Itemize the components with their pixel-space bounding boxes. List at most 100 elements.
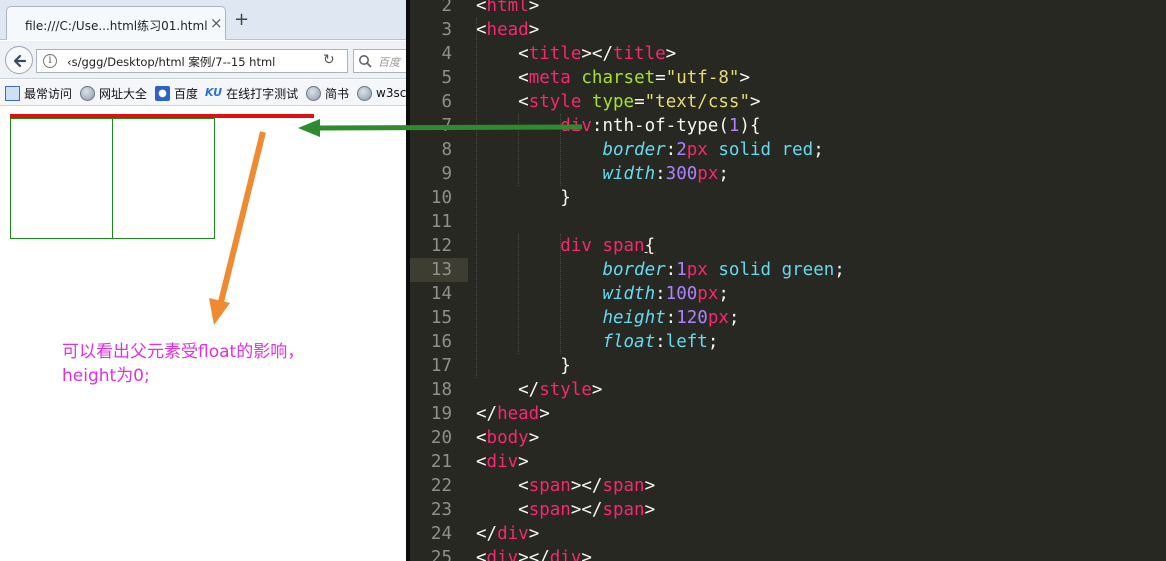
code-text[interactable]: <span></span> [476, 474, 655, 498]
bookmark-label: 最常访问 [24, 86, 73, 101]
code-editor[interactable]: 2 <html> 3 <head> 4 <title></title> 5 <meta c… [410, 0, 1166, 561]
line-number: 11 [430, 212, 452, 232]
code-line[interactable]: 15 height:120px; [410, 306, 1166, 330]
code-text[interactable]: border:1px solid green; [476, 258, 844, 282]
code-token: solid [718, 260, 772, 280]
line-number: 19 [430, 404, 452, 424]
code-line[interactable]: 10 } [410, 186, 1166, 210]
code-line[interactable]: 18 </style> [410, 378, 1166, 402]
bookmark-site-directory[interactable]: 网址大全 [80, 85, 147, 101]
code-token: width [602, 284, 656, 304]
code-text[interactable]: <title></title> [476, 42, 676, 66]
bookmark-typing-test[interactable]: KU 在线打字测试 [205, 85, 298, 101]
code-text[interactable]: </div> [476, 522, 539, 546]
floated-span-2 [112, 118, 215, 239]
code-text[interactable]: } [476, 354, 571, 378]
code-line[interactable]: 5 <meta charset="utf-8"> [410, 66, 1166, 90]
code-line[interactable]: 2 <html> [410, 0, 1166, 18]
code-line[interactable]: 19 </head> [410, 402, 1166, 426]
bookmark-most-visited[interactable]: 最常访问 [5, 85, 72, 101]
code-token: float [602, 332, 656, 352]
code-token: > [739, 68, 751, 88]
line-number: 3 [441, 20, 452, 40]
code-token: > [539, 404, 550, 424]
code-token: charset [581, 68, 656, 88]
code-line[interactable]: 16 float:left; [410, 330, 1166, 354]
bookmarks-bar: 最常访问 网址大全 ● 百度 KU 在线打字测试 简书 w3sch [0, 80, 406, 106]
code-text[interactable]: } [476, 186, 571, 210]
code-text[interactable]: float:left; [476, 330, 718, 354]
code-text[interactable]: width:300px; [476, 162, 729, 186]
code-token: < [476, 20, 487, 40]
code-line[interactable]: 3 <head> [410, 18, 1166, 42]
close-icon[interactable]: × [210, 14, 223, 32]
line-number: 23 [430, 500, 452, 520]
code-line[interactable]: 13 border:1px solid green; [410, 258, 1166, 282]
code-line[interactable]: 14 width:100px; [410, 282, 1166, 306]
code-line[interactable]: 17 } [410, 354, 1166, 378]
address-bar[interactable]: i ‹s/ggg/Desktop/html 案例/7--15 html ↻ [36, 49, 348, 73]
code-line[interactable]: 7 div:nth-of-type(1){ [410, 114, 1166, 138]
line-number: 6 [441, 92, 452, 112]
code-text[interactable]: <html> [476, 0, 539, 18]
code-text[interactable]: <style type="text/css"> [476, 90, 760, 114]
url-text[interactable]: ‹s/ggg/Desktop/html 案例/7--15 html [67, 54, 311, 70]
code-line[interactable]: 6 <style type="text/css"> [410, 90, 1166, 114]
code-token: > [528, 524, 540, 544]
code-line[interactable]: 23 <span></span> [410, 498, 1166, 522]
code-line[interactable]: 8 border:2px solid red; [410, 138, 1166, 162]
code-text[interactable]: <body> [476, 426, 539, 450]
code-text[interactable]: div span{ [476, 234, 655, 258]
code-token: > [518, 452, 529, 472]
globe-icon [357, 85, 372, 101]
line-number: 20 [430, 428, 452, 448]
bookmark-w3school[interactable]: w3sch [357, 85, 406, 101]
code-text[interactable]: </head> [476, 402, 550, 426]
code-line[interactable]: 20 <body> [410, 426, 1166, 450]
line-number: 25 [430, 548, 452, 561]
code-text[interactable]: border:2px solid red; [476, 138, 823, 162]
code-token: px [697, 284, 719, 304]
code-token: :nth-of-type( [591, 116, 729, 136]
code-token: title [612, 44, 666, 64]
code-text[interactable]: <head> [476, 18, 539, 42]
back-button[interactable] [5, 46, 33, 74]
code-token: > [528, 20, 540, 40]
search-input[interactable]: 百度 [353, 49, 406, 73]
code-token: ; [718, 164, 729, 184]
code-text[interactable]: <span></span> [476, 498, 655, 522]
code-line[interactable]: 9 width:300px; [410, 162, 1166, 186]
info-icon[interactable]: i [43, 54, 57, 68]
code-text[interactable]: <meta charset="utf-8"> [476, 66, 750, 90]
bookmarks-icon [5, 85, 20, 101]
line-number: 8 [441, 140, 452, 160]
code-line[interactable]: 24 </div> [410, 522, 1166, 546]
code-line[interactable]: 4 <title></title> [410, 42, 1166, 66]
code-line[interactable]: 12 div span{ [410, 234, 1166, 258]
code-text[interactable]: <div></div> [476, 546, 592, 561]
line-number: 14 [430, 284, 452, 304]
code-line[interactable]: 25 <div></div> [410, 546, 1166, 561]
code-line[interactable]: 22 <span></span> [410, 474, 1166, 498]
code-token: 300 [665, 164, 698, 184]
code-text[interactable]: </style> [476, 378, 602, 402]
code-text[interactable]: width:100px; [476, 282, 728, 306]
code-line[interactable]: 21 <div> [410, 450, 1166, 474]
code-token: < [476, 68, 529, 88]
code-text[interactable]: height:120px; [476, 306, 739, 330]
new-tab-icon[interactable]: + [234, 11, 249, 29]
code-token: height [602, 308, 666, 328]
page-viewport: 可以看出父元素受float的影响， height为0; [0, 107, 406, 561]
code-token: } [476, 356, 571, 376]
code-line[interactable]: 11 [410, 210, 1166, 234]
browser-tab[interactable]: file:///C:/Use...html练习01.html × [6, 6, 226, 40]
bookmark-baidu[interactable]: ● 百度 [155, 85, 198, 101]
code-text[interactable]: <div> [476, 450, 529, 474]
line-number: 10 [430, 188, 452, 208]
line-number: 5 [441, 68, 452, 88]
reload-icon[interactable]: ↻ [323, 52, 335, 68]
bookmark-jianshu[interactable]: 简书 [306, 85, 349, 101]
